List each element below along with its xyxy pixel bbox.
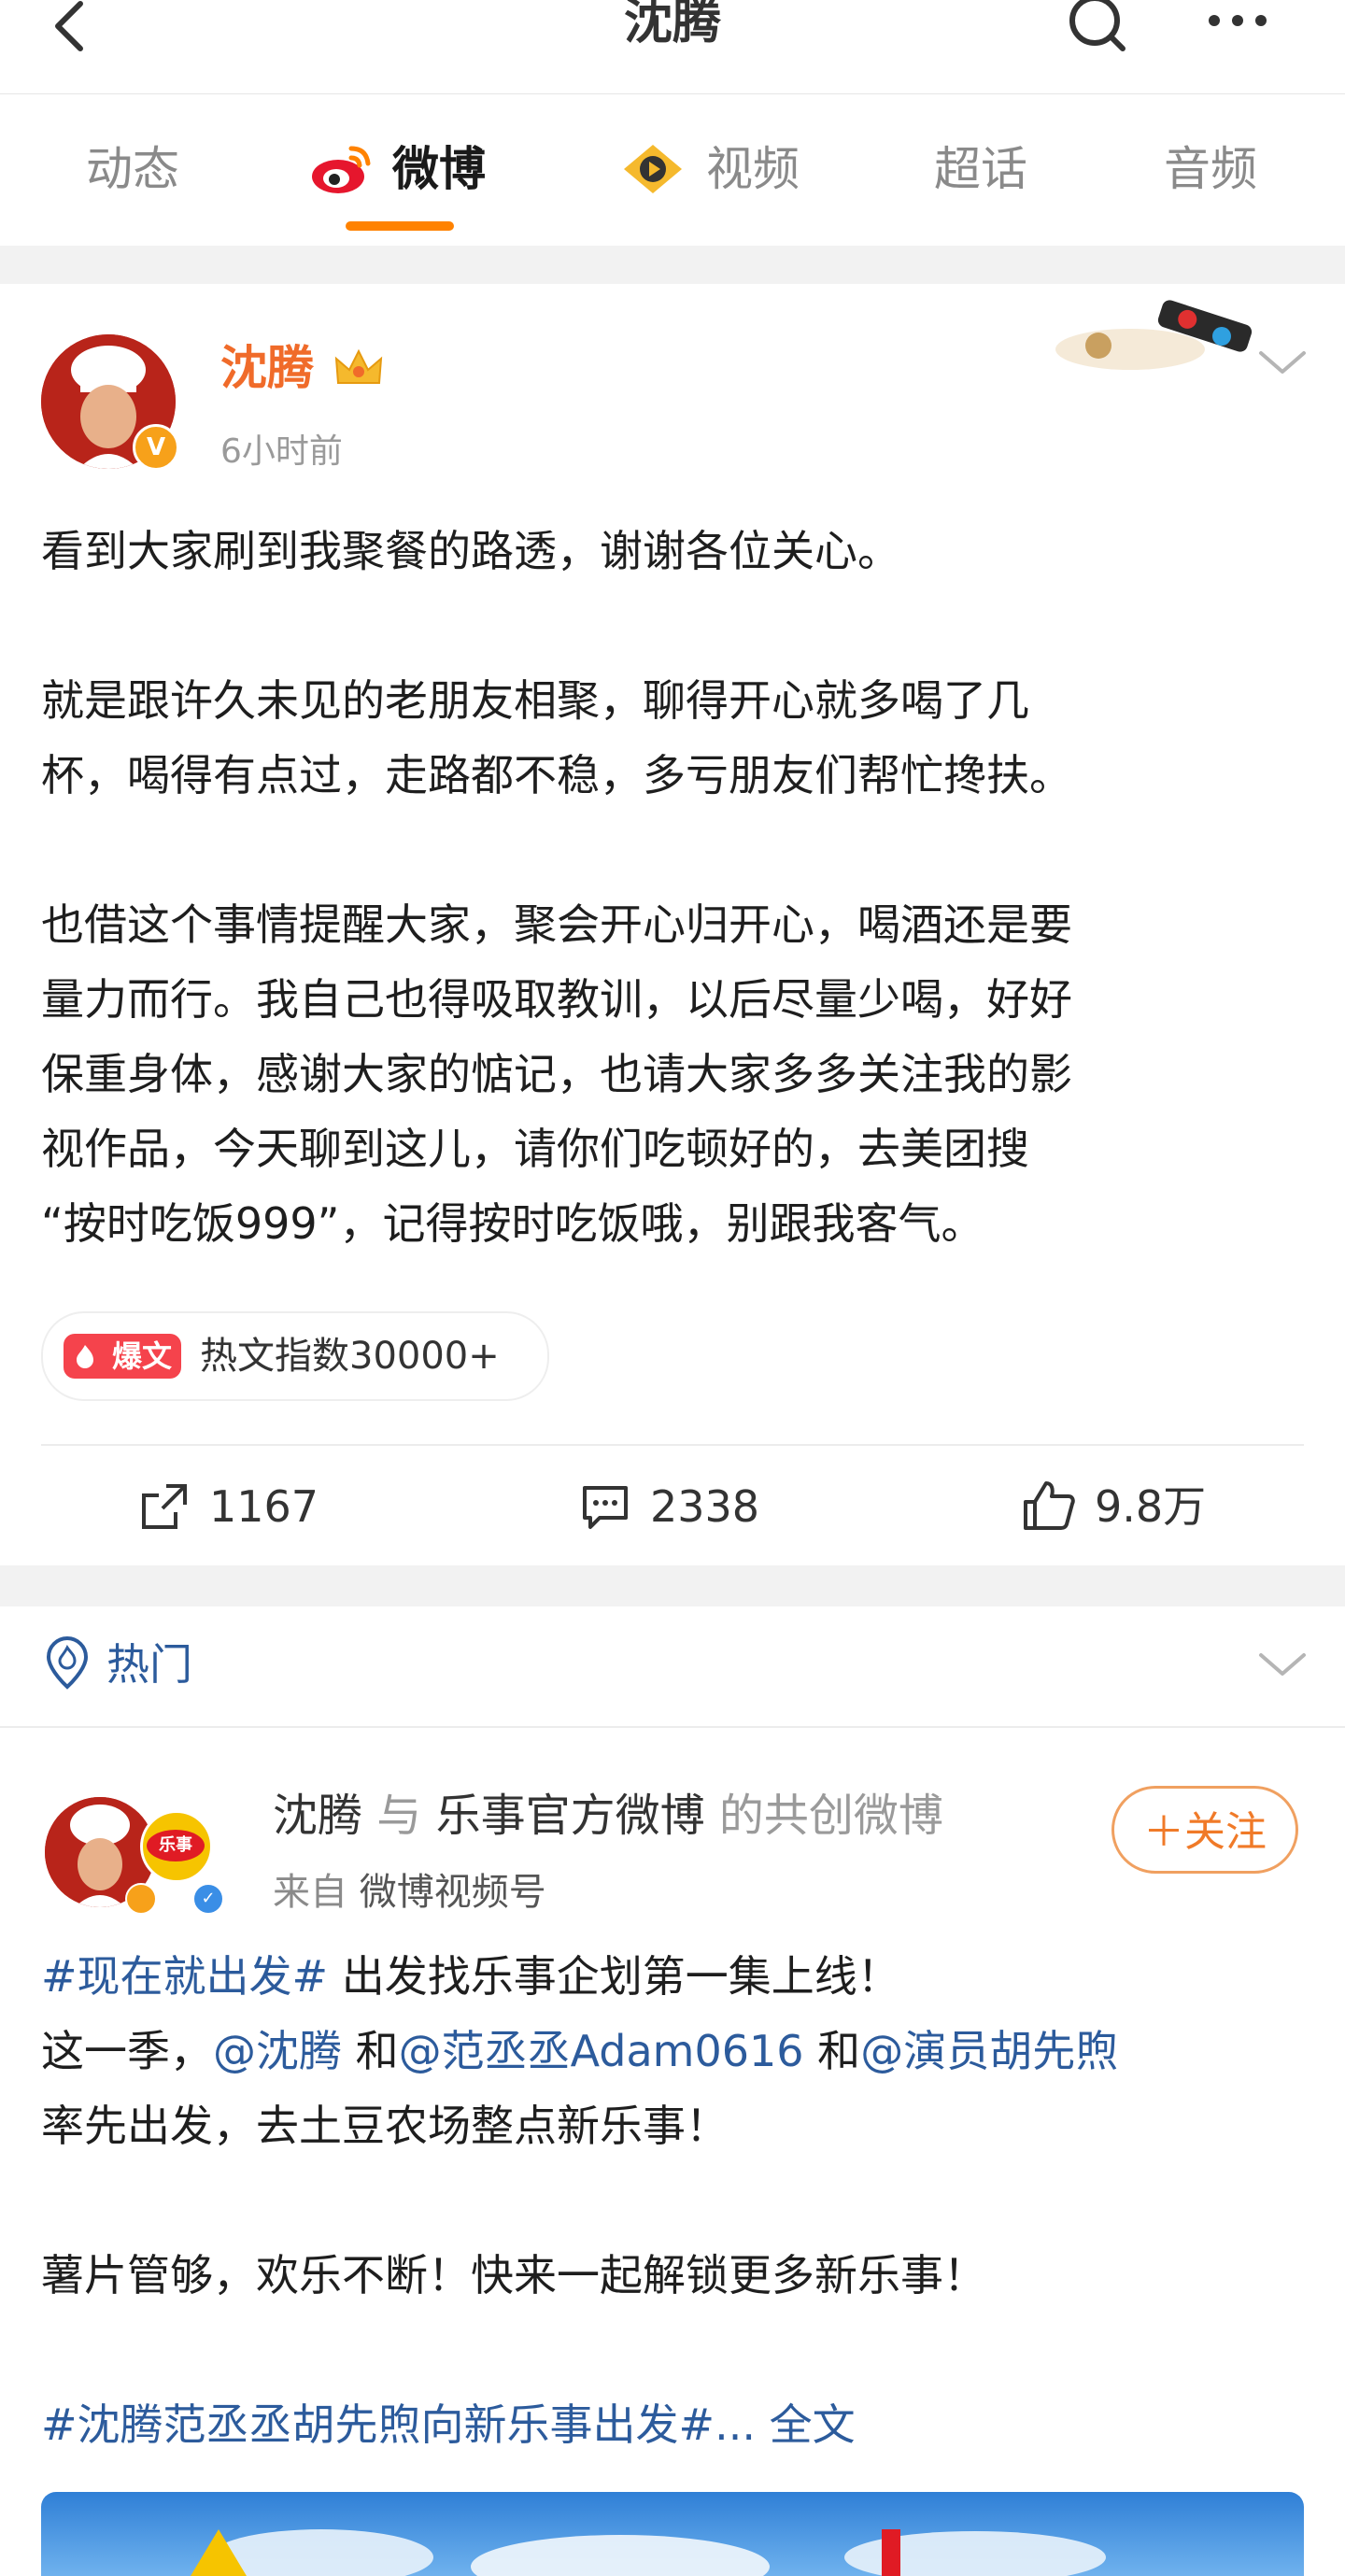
- fire-pin-icon: [46, 1635, 89, 1690]
- source-line: 来自 微博视频号: [273, 1866, 546, 1918]
- tab-audio[interactable]: 音频: [1164, 141, 1257, 197]
- topic-link[interactable]: #现在就出发#: [41, 1951, 328, 2002]
- post-paragraph: 也借这个事情提醒大家，聚会开心归开心，喝酒还是要 量力而行。我自己也得吸取教训，…: [41, 899, 1072, 1249]
- comment-icon: [583, 1486, 628, 1529]
- video-thumbnail[interactable]: [41, 2492, 1304, 2576]
- source-name[interactable]: 微博视频号: [360, 1871, 546, 1914]
- active-tab-indicator: [346, 221, 454, 231]
- post2-text: 这一季，: [41, 2026, 213, 2076]
- hot-index-pill[interactable]: 爆文 热文指数30000+: [41, 1311, 549, 1401]
- section-title: 热门: [106, 1639, 192, 1690]
- post2-line: 率先出发，去土豆农场整点新乐事！: [41, 2101, 729, 2151]
- post2-text: 和: [803, 2026, 861, 2076]
- verified-badge: [125, 1883, 157, 1915]
- like-count: 9.8万: [1095, 1481, 1207, 1532]
- like-icon: [1024, 1481, 1075, 1530]
- author-name[interactable]: 沈腾: [273, 1790, 362, 1842]
- decoration-badge: [1055, 300, 1253, 370]
- verified-badge: V: [133, 424, 179, 471]
- divider: [41, 1444, 1304, 1446]
- tab-dynamic[interactable]: 动态: [86, 141, 179, 197]
- crown-icon: [334, 348, 383, 384]
- chevron-down-icon[interactable]: [1257, 1649, 1308, 1677]
- tab-weibo[interactable]: 微博: [392, 141, 486, 197]
- back-icon[interactable]: [41, 0, 97, 64]
- post2-line: 这一季，@沈腾 和@范丞丞Adam0616 和@演员胡先煦: [41, 2014, 1330, 2088]
- post2-line: #现在就出发# 出发找乐事企划第一集上线！: [41, 1939, 1330, 2014]
- post-paragraph: 看到大家刷到我聚餐的路透，谢谢各位关心。: [41, 526, 900, 576]
- profile-tabs: 动态 微博 视频 超话 音频: [0, 93, 1345, 246]
- post2-text: 和: [342, 2026, 399, 2076]
- mention-link[interactable]: @范丞丞Adam0616: [399, 2026, 804, 2076]
- lays-logo: 乐事: [147, 1830, 205, 1861]
- hot-tag: 爆文: [64, 1334, 181, 1379]
- repost-icon: [142, 1484, 187, 1529]
- like-button[interactable]: 9.8万: [1020, 1474, 1206, 1539]
- topic-link[interactable]: #沈腾范丞丞胡先煦向新乐事出发#: [41, 2399, 715, 2450]
- conjunction: 与: [376, 1790, 422, 1842]
- post2-line: 薯片管够，欢乐不断！快来一起解锁更多新乐事！: [41, 2250, 986, 2300]
- video-tab-icon: [624, 145, 682, 193]
- flame-icon: [77, 1345, 93, 1368]
- mention-link[interactable]: @沈腾: [213, 2026, 342, 2076]
- post-paragraph: 就是跟许久未见的老朋友相聚，聊得开心就多喝了几 杯，喝得有点过，走路都不稳，多亏…: [41, 675, 1072, 800]
- repost-count: 1167: [209, 1481, 319, 1532]
- thumbnail-image: [191, 2529, 1106, 2576]
- post2-text: 出发找乐事企划第一集上线！: [328, 1951, 900, 2002]
- comment-button[interactable]: 2338: [579, 1474, 759, 1539]
- weibo-logo-icon: [312, 146, 371, 193]
- tab-super-topic[interactable]: 超话: [934, 141, 1027, 197]
- repost-button[interactable]: 1167: [138, 1474, 319, 1539]
- more-icon[interactable]: [1205, 6, 1270, 34]
- tab-video[interactable]: 视频: [706, 141, 800, 197]
- author-name[interactable]: 沈腾: [220, 340, 314, 396]
- post-time: 6小时前: [220, 432, 343, 471]
- post2-line: #沈腾范丞丞胡先煦向新乐事出发#... 全文: [41, 2387, 1330, 2462]
- mention-link[interactable]: @演员胡先煦: [860, 2026, 1118, 2076]
- source-prefix: 来自: [273, 1871, 347, 1914]
- cocreate-title: 沈腾 与 乐事官方微博 的共创微博: [273, 1786, 943, 1846]
- coauthor-avatar[interactable]: 乐事: [140, 1810, 213, 1883]
- verified-blue-badge: ✓: [192, 1883, 224, 1915]
- chevron-down-icon[interactable]: [1257, 347, 1308, 375]
- ellipsis: ...: [715, 2399, 756, 2450]
- coauthor-name[interactable]: 乐事官方微博: [436, 1790, 705, 1842]
- page-title: 沈腾: [623, 0, 721, 50]
- section-header: 热门: [0, 1606, 1345, 1728]
- search-icon[interactable]: [1065, 0, 1130, 60]
- cocreate-suffix: 的共创微博: [718, 1790, 943, 1842]
- hot-tag-label: 爆文: [111, 1338, 172, 1374]
- top-bar: 沈腾: [0, 0, 1345, 93]
- comment-count: 2338: [650, 1481, 760, 1532]
- hot-index-text: 热文指数30000+: [200, 1335, 500, 1378]
- follow-button[interactable]: ＋关注: [1111, 1786, 1298, 1874]
- full-text-link[interactable]: 全文: [770, 2399, 856, 2450]
